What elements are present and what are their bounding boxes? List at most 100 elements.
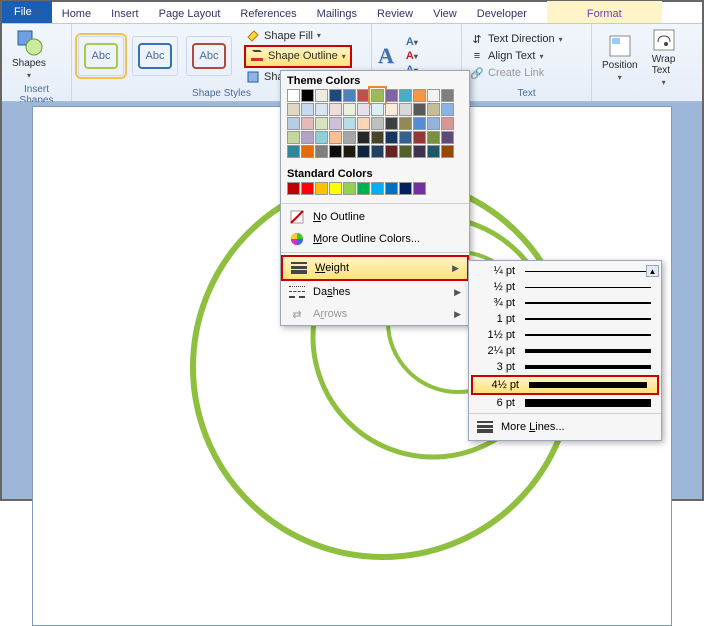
theme-color-swatch[interactable] [343, 103, 356, 116]
theme-color-swatch[interactable] [385, 117, 398, 130]
theme-color-swatch[interactable] [385, 145, 398, 158]
dashes-submenu-item[interactable]: Dashes ▶ [281, 281, 469, 303]
weight-option-025pt[interactable]: ¼ pt [469, 263, 661, 279]
tab-mailings[interactable]: Mailings [307, 5, 367, 23]
theme-color-swatch[interactable] [301, 131, 314, 144]
standard-color-swatch[interactable] [329, 182, 342, 195]
standard-color-swatch[interactable] [413, 182, 426, 195]
tab-references[interactable]: References [230, 5, 306, 23]
tab-page-layout[interactable]: Page Layout [149, 5, 231, 23]
theme-color-swatch[interactable] [441, 89, 454, 102]
theme-color-swatch[interactable] [385, 131, 398, 144]
theme-color-swatch[interactable] [371, 145, 384, 158]
theme-color-swatch[interactable] [357, 145, 370, 158]
position-button[interactable]: Position▾ [598, 32, 642, 84]
theme-color-swatch[interactable] [343, 117, 356, 130]
standard-color-swatch[interactable] [315, 182, 328, 195]
theme-color-swatch[interactable] [287, 145, 300, 158]
weight-option-05pt[interactable]: ½ pt [469, 279, 661, 295]
shape-fill-button[interactable]: Shape Fill▾ [244, 28, 352, 44]
theme-color-swatch[interactable] [315, 145, 328, 158]
weight-option-45pt[interactable]: 4½ pt [471, 375, 659, 395]
weight-option-075pt[interactable]: ¾ pt [469, 295, 661, 311]
theme-color-swatch[interactable] [343, 131, 356, 144]
theme-color-swatch[interactable] [399, 89, 412, 102]
theme-color-swatch[interactable] [329, 131, 342, 144]
theme-color-swatch[interactable] [287, 103, 300, 116]
weight-option-3pt[interactable]: 3 pt [469, 359, 661, 375]
theme-color-swatch[interactable] [371, 89, 384, 102]
theme-color-swatch[interactable] [427, 145, 440, 158]
theme-color-swatch[interactable] [413, 145, 426, 158]
theme-color-swatch[interactable] [371, 103, 384, 116]
shape-style-preset-1[interactable]: Abc [78, 36, 124, 76]
shape-style-preset-3[interactable]: Abc [186, 36, 232, 76]
more-outline-colors-item[interactable]: More Outline Colors... [281, 228, 469, 250]
standard-color-swatch[interactable] [357, 182, 370, 195]
theme-color-swatch[interactable] [315, 117, 328, 130]
theme-color-swatch[interactable] [371, 131, 384, 144]
theme-color-swatch[interactable] [357, 89, 370, 102]
tab-developer[interactable]: Developer [467, 5, 537, 23]
theme-color-swatch[interactable] [399, 131, 412, 144]
standard-color-swatch[interactable] [301, 182, 314, 195]
theme-color-swatch[interactable] [413, 103, 426, 116]
theme-color-swatch[interactable] [399, 117, 412, 130]
standard-color-swatch[interactable] [371, 182, 384, 195]
theme-color-swatch[interactable] [315, 131, 328, 144]
theme-color-swatch[interactable] [287, 117, 300, 130]
theme-color-swatch[interactable] [357, 103, 370, 116]
theme-color-swatch[interactable] [287, 131, 300, 144]
shape-style-preset-2[interactable]: Abc [132, 36, 178, 76]
theme-color-swatch[interactable] [371, 117, 384, 130]
tab-home[interactable]: Home [52, 5, 101, 23]
theme-color-swatch[interactable] [399, 145, 412, 158]
theme-color-swatch[interactable] [385, 103, 398, 116]
text-direction-button[interactable]: ⇵Text Direction▾ [468, 31, 565, 47]
theme-color-swatch[interactable] [413, 117, 426, 130]
theme-color-swatch[interactable] [413, 89, 426, 102]
theme-color-swatch[interactable] [329, 145, 342, 158]
weight-option-15pt[interactable]: 1½ pt [469, 327, 661, 343]
tab-format[interactable]: Format [577, 5, 632, 23]
no-outline-item[interactable]: No Outline [281, 206, 469, 228]
theme-color-swatch[interactable] [413, 131, 426, 144]
theme-color-swatch[interactable] [315, 103, 328, 116]
scroll-up-button[interactable]: ▲ [646, 265, 659, 277]
theme-color-swatch[interactable] [357, 131, 370, 144]
theme-color-swatch[interactable] [301, 103, 314, 116]
theme-color-swatch[interactable] [301, 117, 314, 130]
theme-color-swatch[interactable] [427, 103, 440, 116]
theme-color-swatch[interactable] [441, 131, 454, 144]
theme-color-swatch[interactable] [343, 89, 356, 102]
theme-color-swatch[interactable] [329, 89, 342, 102]
theme-color-swatch[interactable] [343, 145, 356, 158]
theme-color-swatch[interactable] [385, 89, 398, 102]
more-lines-item[interactable]: More Lines... [469, 416, 661, 438]
theme-color-swatch[interactable] [329, 103, 342, 116]
text-fill-icon[interactable]: A▾ [406, 36, 418, 48]
file-tab[interactable]: File ▾ [2, 1, 52, 23]
wrap-text-button[interactable]: Wrap Text▾ [648, 26, 680, 89]
standard-color-swatch[interactable] [399, 182, 412, 195]
standard-color-swatch[interactable] [343, 182, 356, 195]
shapes-gallery-button[interactable]: Shapes ▾ [8, 26, 50, 82]
theme-color-swatch[interactable] [427, 89, 440, 102]
align-text-button[interactable]: ≡Align Text▾ [468, 48, 565, 64]
theme-color-swatch[interactable] [399, 103, 412, 116]
shape-outline-button[interactable]: Shape Outline▾ [244, 45, 352, 68]
theme-color-swatch[interactable] [329, 117, 342, 130]
theme-color-swatch[interactable] [441, 103, 454, 116]
tab-view[interactable]: View [423, 5, 467, 23]
theme-color-swatch[interactable] [441, 117, 454, 130]
weight-option-1pt[interactable]: 1 pt [469, 311, 661, 327]
theme-color-swatch[interactable] [287, 89, 300, 102]
theme-color-swatch[interactable] [427, 131, 440, 144]
weight-option-6pt[interactable]: 6 pt [469, 395, 661, 411]
standard-color-swatch[interactable] [287, 182, 300, 195]
tab-review[interactable]: Review [367, 5, 423, 23]
theme-color-swatch[interactable] [427, 117, 440, 130]
text-outline-icon[interactable]: A▾ [406, 50, 418, 62]
theme-color-swatch[interactable] [441, 145, 454, 158]
tab-insert[interactable]: Insert [101, 5, 149, 23]
